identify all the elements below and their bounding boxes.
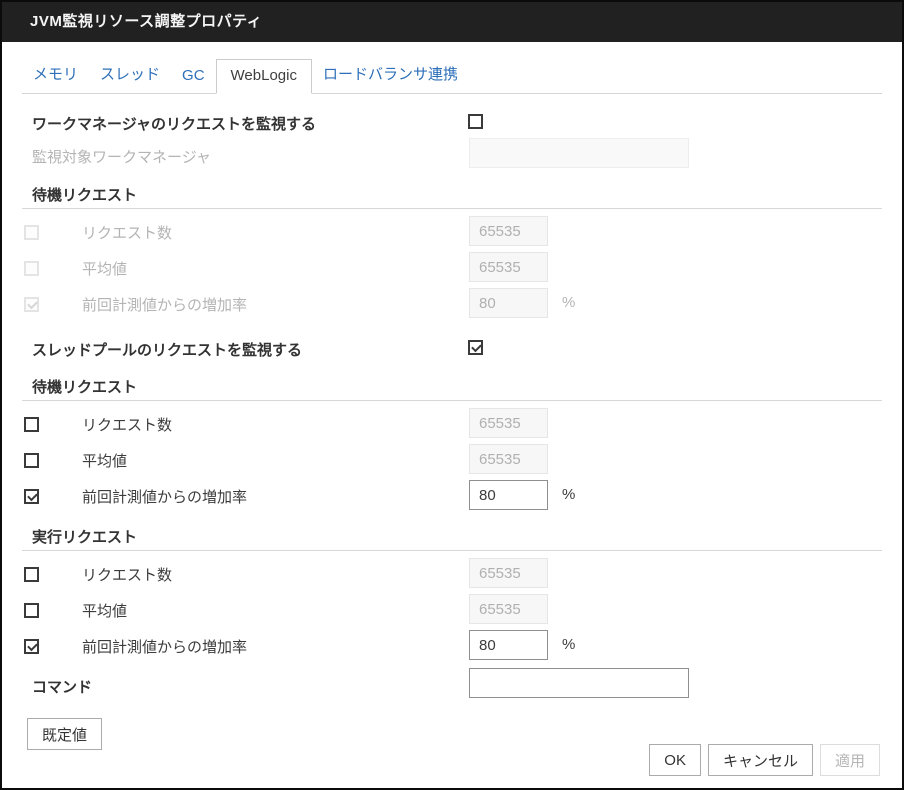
wm-wait-increase-rate-input xyxy=(469,288,548,318)
section-tp-run-requests: 実行リクエスト xyxy=(22,522,882,551)
tab-memory[interactable]: メモリ xyxy=(22,56,89,93)
window-title: JVM監視リソース調整プロパティ xyxy=(2,2,902,42)
tp-run-request-count-label: リクエスト数 xyxy=(82,564,172,585)
section-wm-wait-requests: 待機リクエスト xyxy=(22,180,882,209)
row-monitor-work-manager: ワークマネージャのリクエストを監視する xyxy=(2,108,902,138)
tp-run-average-input xyxy=(469,594,548,624)
tp-run-average-label: 平均値 xyxy=(82,600,127,621)
wm-wait-request-count-checkbox xyxy=(24,225,39,240)
tp-run-average-checkbox[interactable] xyxy=(24,603,39,618)
footer-buttons: OK キャンセル 適用 xyxy=(649,744,880,776)
command-label: コマンド xyxy=(32,676,92,697)
wm-wait-request-count-label: リクエスト数 xyxy=(82,222,172,243)
target-work-manager-input xyxy=(469,138,689,168)
row-tp-run-average: 平均値 xyxy=(2,592,902,628)
tp-run-request-count-checkbox[interactable] xyxy=(24,567,39,582)
row-tp-wait-average: 平均値 xyxy=(2,442,902,478)
tp-wait-increase-rate-checkbox[interactable] xyxy=(24,489,39,504)
wm-wait-average-checkbox xyxy=(24,261,39,276)
tp-wait-request-count-checkbox[interactable] xyxy=(24,417,39,432)
tp-wait-request-count-label: リクエスト数 xyxy=(82,414,172,435)
wm-wait-increase-rate-checkbox xyxy=(24,297,39,312)
monitor-thread-pool-checkbox[interactable] xyxy=(468,340,483,355)
tp-wait-request-count-input xyxy=(469,408,548,438)
tp-wait-average-input xyxy=(469,444,548,474)
wm-wait-rows: リクエスト数 平均値 前回計測値からの増加率 % xyxy=(2,214,902,322)
tp-wait-increase-rate-unit: % xyxy=(562,486,575,503)
tp-run-increase-rate-label: 前回計測値からの増加率 xyxy=(82,636,247,657)
row-tp-wait-increase-rate: 前回計測値からの増加率 % xyxy=(2,478,902,514)
tp-run-rows: リクエスト数 平均値 前回計測値からの増加率 % xyxy=(2,556,902,664)
tab-load-balancer[interactable]: ロードバランサ連携 xyxy=(312,56,469,93)
wm-wait-increase-rate-unit: % xyxy=(562,294,575,311)
row-monitor-thread-pool: スレッドプールのリクエストを監視する xyxy=(2,334,902,364)
tp-run-increase-rate-checkbox[interactable] xyxy=(24,639,39,654)
wm-wait-request-count-input xyxy=(469,216,548,246)
default-values-button[interactable]: 既定値 xyxy=(27,718,102,750)
tp-wait-rows: リクエスト数 平均値 前回計測値からの増加率 % xyxy=(2,406,902,514)
ok-button[interactable]: OK xyxy=(649,744,701,776)
row-tp-run-request-count: リクエスト数 xyxy=(2,556,902,592)
monitor-thread-pool-label: スレッドプールのリクエストを監視する xyxy=(32,339,302,360)
jvm-monitor-resource-properties-dialog: JVM監視リソース調整プロパティ メモリ スレッド GC WebLogic ロー… xyxy=(0,0,904,790)
wm-wait-average-input xyxy=(469,252,548,282)
tp-run-increase-rate-unit: % xyxy=(562,636,575,653)
row-target-work-manager: 監視対象ワークマネージャ xyxy=(2,138,902,172)
monitor-work-manager-checkbox[interactable] xyxy=(468,114,483,129)
tp-wait-average-checkbox[interactable] xyxy=(24,453,39,468)
wm-wait-average-label: 平均値 xyxy=(82,258,127,279)
target-work-manager-label: 監視対象ワークマネージャ xyxy=(32,146,211,167)
cancel-button[interactable]: キャンセル xyxy=(708,744,813,776)
tab-thread[interactable]: スレッド xyxy=(89,56,171,93)
tp-wait-increase-rate-label: 前回計測値からの増加率 xyxy=(82,486,247,507)
row-wm-wait-average: 平均値 xyxy=(2,250,902,286)
row-wm-wait-request-count: リクエスト数 xyxy=(2,214,902,250)
monitor-work-manager-label: ワークマネージャのリクエストを監視する xyxy=(32,113,316,134)
tp-run-request-count-input xyxy=(469,558,548,588)
tp-wait-increase-rate-input[interactable] xyxy=(469,480,548,510)
row-tp-run-increase-rate: 前回計測値からの増加率 % xyxy=(2,628,902,664)
row-tp-wait-request-count: リクエスト数 xyxy=(2,406,902,442)
tab-weblogic[interactable]: WebLogic xyxy=(216,59,312,94)
tab-strip: メモリ スレッド GC WebLogic ロードバランサ連携 xyxy=(22,56,882,94)
row-command: コマンド xyxy=(2,668,902,706)
apply-button: 適用 xyxy=(820,744,880,776)
wm-wait-increase-rate-label: 前回計測値からの増加率 xyxy=(82,294,247,315)
section-tp-wait-requests: 待機リクエスト xyxy=(22,372,882,401)
tp-run-increase-rate-input[interactable] xyxy=(469,630,548,660)
row-wm-wait-increase-rate: 前回計測値からの増加率 % xyxy=(2,286,902,322)
tp-wait-average-label: 平均値 xyxy=(82,450,127,471)
command-input[interactable] xyxy=(469,668,689,698)
tab-gc[interactable]: GC xyxy=(171,60,216,93)
